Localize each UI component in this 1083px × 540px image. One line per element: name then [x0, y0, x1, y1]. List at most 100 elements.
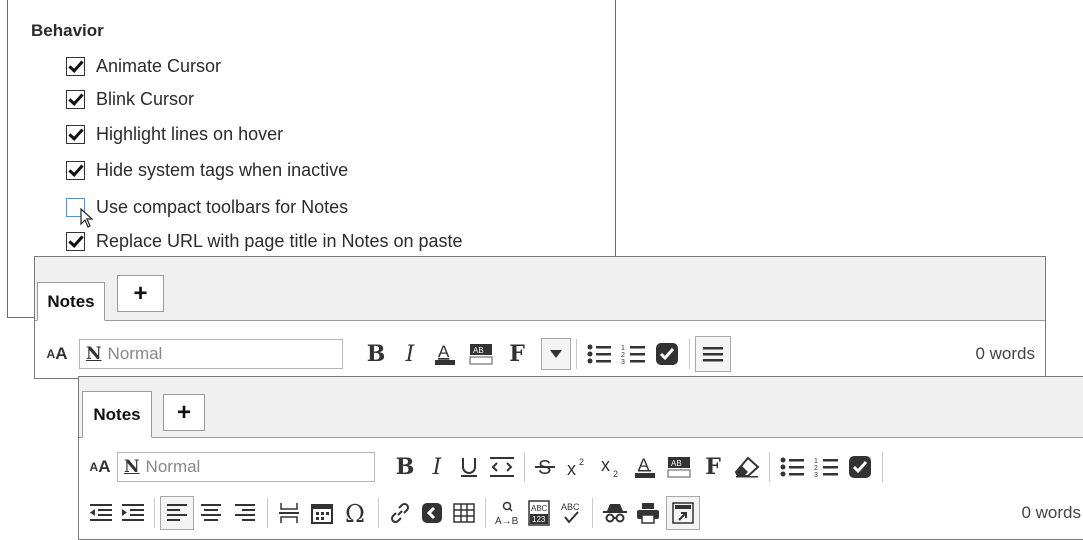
svg-text:1: 1 — [814, 458, 818, 465]
link-icon[interactable] — [384, 502, 416, 524]
full-tab-bar: Notes + — [79, 377, 1083, 438]
tab-notes[interactable]: Notes — [82, 391, 152, 438]
svg-text:2: 2 — [814, 465, 818, 472]
tab-notes[interactable]: Notes — [37, 282, 105, 321]
word-count: 0 words — [1021, 503, 1081, 522]
code-icon[interactable] — [485, 455, 519, 479]
option-animate-cursor[interactable]: Animate Cursor — [66, 54, 221, 78]
option-label: Highlight lines on hover — [96, 123, 284, 144]
svg-text:1: 1 — [621, 345, 625, 352]
toolbar-separator — [267, 498, 268, 528]
option-replace-url[interactable]: Replace URL with page title in Notes on … — [66, 229, 463, 253]
hide-system-tags-checkbox[interactable] — [66, 160, 85, 180]
collapse-icon[interactable] — [416, 502, 448, 524]
plus-icon: + — [176, 398, 191, 426]
underline-icon[interactable] — [453, 455, 485, 479]
toolbar-separator — [882, 452, 883, 482]
svg-text:ABC: ABC — [561, 502, 580, 512]
align-center-icon[interactable] — [194, 503, 228, 523]
align-left-icon[interactable] — [160, 496, 194, 530]
find-replace-icon[interactable]: A→B — [491, 500, 523, 526]
highlight-color-icon[interactable]: AB — [463, 341, 499, 367]
spellcheck-dictionary-icon[interactable]: ABC 123 — [523, 500, 555, 526]
calendar-icon[interactable] — [305, 502, 339, 524]
svg-text:x: x — [601, 455, 610, 475]
full-toolbar-row-1: AA N Normal B I S x2 x2 A AB F — [79, 449, 1083, 485]
bold-button[interactable]: B — [359, 341, 393, 367]
font-label: F — [509, 341, 525, 367]
option-highlight-lines[interactable]: Highlight lines on hover — [66, 122, 283, 146]
table-icon[interactable] — [448, 503, 480, 523]
svg-text:2: 2 — [579, 457, 584, 467]
svg-text:x: x — [567, 459, 576, 479]
subscript-icon[interactable]: x2 — [594, 455, 628, 479]
text-size-icon[interactable]: AA — [85, 457, 115, 477]
add-tab-button[interactable]: + — [117, 275, 164, 312]
alignment-icon[interactable] — [695, 336, 731, 372]
bulleted-list-icon[interactable] — [582, 343, 616, 365]
italic-label: I — [405, 341, 415, 367]
tab-label: Notes — [47, 291, 95, 311]
bulleted-list-icon[interactable] — [775, 456, 809, 478]
font-button[interactable]: F — [696, 454, 730, 480]
paragraph-style-select[interactable]: N Normal — [79, 339, 343, 369]
spellcheck-icon[interactable]: ABC — [555, 500, 587, 526]
add-tab-button[interactable]: + — [163, 394, 205, 431]
italic-button[interactable]: I — [421, 455, 453, 480]
omega-icon[interactable]: Ω — [339, 500, 373, 526]
paragraph-style-select[interactable]: N Normal — [117, 452, 375, 482]
option-hide-system-tags[interactable]: Hide system tags when inactive — [66, 158, 348, 182]
settings-section-title: Behavior — [31, 21, 104, 40]
blink-cursor-checkbox[interactable] — [66, 89, 85, 109]
text-size-icon[interactable]: AA — [39, 344, 75, 364]
font-button[interactable]: F — [499, 341, 535, 367]
bold-label: B — [366, 341, 386, 367]
full-toolbar-row-2: Ω A→B ABC 123 ABC 0 words — [79, 494, 1083, 532]
align-right-icon[interactable] — [228, 503, 262, 523]
bold-button[interactable]: B — [389, 454, 421, 480]
svg-text:2: 2 — [613, 469, 618, 479]
incognito-icon[interactable] — [598, 502, 632, 524]
print-icon[interactable] — [632, 502, 664, 524]
toolbar-separator — [689, 339, 690, 369]
svg-text:ABC: ABC — [531, 504, 548, 513]
highlight-color-icon[interactable]: AB — [662, 454, 696, 480]
eraser-icon[interactable] — [730, 456, 764, 478]
toolbar-separator — [576, 339, 577, 369]
checklist-icon[interactable] — [650, 342, 684, 366]
numbered-list-icon[interactable]: 123 — [616, 343, 650, 365]
indent-icon[interactable] — [117, 503, 149, 523]
replace-url-checkbox[interactable] — [66, 231, 85, 251]
outdent-icon[interactable] — [85, 503, 117, 523]
option-label: Animate Cursor — [96, 55, 222, 76]
animate-cursor-checkbox[interactable] — [66, 56, 85, 76]
bold-label: B — [395, 454, 415, 480]
svg-text:123: 123 — [532, 515, 546, 524]
full-notes-editor: Notes + AA N Normal B I S x2 x2 A — [78, 376, 1083, 540]
numbered-list-icon[interactable]: 123 — [809, 456, 843, 478]
text-color-icon[interactable]: A — [628, 454, 662, 480]
tab-label: Notes — [93, 404, 141, 424]
compact-toolbar: AA N Normal B I A AB F 123 0 words — [35, 336, 1045, 372]
italic-button[interactable]: I — [393, 342, 427, 367]
strikethrough-icon[interactable]: S — [530, 455, 560, 479]
more-dropdown-icon[interactable] — [541, 338, 571, 370]
superscript-icon[interactable]: x2 — [560, 455, 594, 479]
option-compact-toolbars[interactable]: Use compact toolbars for Notes — [66, 195, 348, 219]
text-color-icon[interactable]: A — [427, 341, 463, 367]
export-icon[interactable] — [666, 496, 700, 530]
svg-text:AB: AB — [671, 459, 682, 468]
option-label: Hide system tags when inactive — [96, 159, 349, 180]
svg-text:Ω: Ω — [345, 500, 365, 526]
option-label: Replace URL with page title in Notes on … — [96, 230, 463, 251]
highlight-lines-checkbox[interactable] — [66, 124, 85, 144]
horizontal-rule-icon[interactable] — [273, 501, 305, 525]
compact-tab-bar: Notes + — [35, 257, 1045, 321]
svg-text:A→B: A→B — [495, 516, 519, 526]
svg-text:3: 3 — [814, 472, 818, 478]
option-blink-cursor[interactable]: Blink Cursor — [66, 87, 194, 111]
svg-text:3: 3 — [621, 359, 625, 365]
checklist-icon[interactable] — [843, 455, 877, 479]
svg-text:A: A — [438, 342, 450, 361]
toolbar-separator — [524, 452, 525, 482]
